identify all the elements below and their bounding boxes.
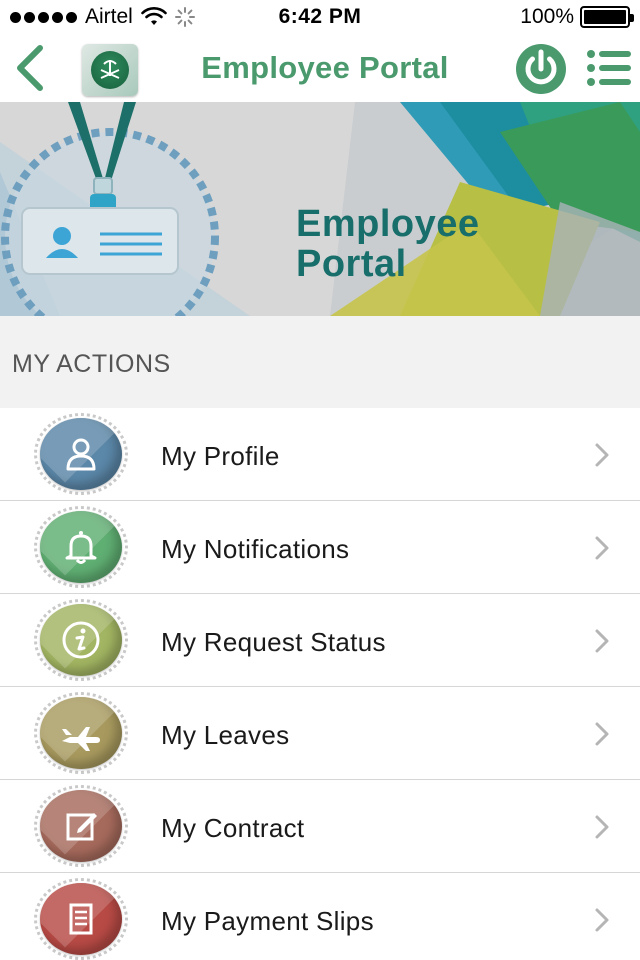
action-label: My Contract (161, 813, 305, 843)
banner-title-line1: Employee (296, 203, 480, 245)
user-icon (40, 418, 122, 490)
chevron-right-icon (595, 815, 609, 839)
action-my-contract[interactable]: My Contract (0, 780, 640, 873)
icon-ring (34, 413, 128, 495)
action-label: My Payment Slips (161, 906, 374, 936)
chevron-right-icon (595, 443, 609, 467)
chevron-right-icon (595, 908, 609, 932)
action-my-payment-slips[interactable]: My Payment Slips (0, 873, 640, 960)
section-header: MY ACTIONS (0, 316, 640, 408)
section-title: MY ACTIONS (12, 350, 171, 378)
actions-list: My Profile My Notifications My Request S… (0, 408, 640, 960)
info-icon (40, 604, 122, 676)
action-my-leaves[interactable]: My Leaves (0, 687, 640, 780)
icon-ring (34, 785, 128, 867)
chevron-right-icon (595, 629, 609, 653)
chevron-right-icon (595, 722, 609, 746)
icon-ring (34, 692, 128, 774)
bell-icon (40, 511, 122, 583)
icon-ring (34, 506, 128, 588)
battery-icon (580, 6, 634, 28)
action-label: My Notifications (161, 534, 350, 564)
icon-ring (34, 878, 128, 960)
airplane-icon (40, 697, 122, 769)
document-icon (40, 883, 122, 955)
action-label: My Leaves (161, 720, 290, 750)
banner-title: Employee Portal (296, 204, 480, 284)
chevron-right-icon (595, 536, 609, 560)
hero-banner: Employee Portal (0, 102, 640, 316)
action-label: My Request Status (161, 627, 386, 657)
power-icon[interactable] (514, 42, 568, 96)
back-chevron-icon[interactable] (10, 42, 50, 94)
action-my-notifications[interactable]: My Notifications (0, 501, 640, 594)
list-menu-icon[interactable] (586, 48, 632, 88)
icon-ring (34, 599, 128, 681)
app-logo[interactable] (82, 44, 138, 96)
battery-percent: 100% (520, 5, 574, 28)
status-right: 100% (520, 5, 634, 29)
edit-icon (40, 790, 122, 862)
emblem-icon (91, 51, 129, 89)
action-label: My Profile (161, 441, 280, 471)
action-my-request-status[interactable]: My Request Status (0, 594, 640, 687)
banner-title-line2: Portal (296, 243, 407, 285)
page-title: Employee Portal (201, 50, 449, 85)
nav-bar: Employee Portal (0, 34, 640, 102)
action-my-profile[interactable]: My Profile (0, 408, 640, 501)
status-bar: Airtel 6:42 PM 100% (0, 0, 640, 34)
